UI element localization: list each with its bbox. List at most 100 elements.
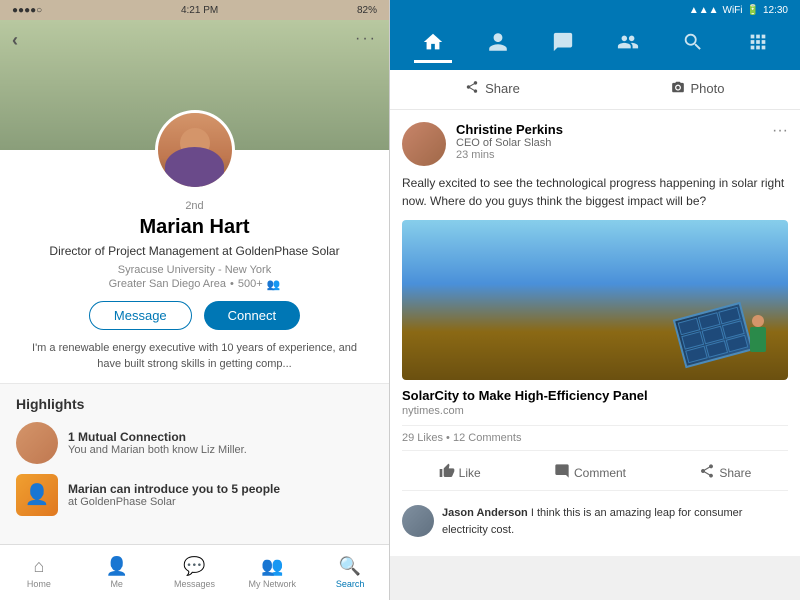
left-phone: ●●●●○ 4:21 PM 82% ‹ ··· 2nd Marian Hart … xyxy=(0,0,390,600)
nav-network-icon[interactable] xyxy=(609,27,647,63)
nav-messages[interactable]: 💬 Messages xyxy=(156,545,234,600)
post-actions: Like Comment Share xyxy=(402,455,788,490)
nav-search[interactable]: 🔍 Search xyxy=(311,545,389,600)
profile-icon: 👤 xyxy=(105,556,127,577)
more-options-icon[interactable]: ··· xyxy=(355,30,377,48)
nav-home-label: Home xyxy=(27,579,51,589)
messages-icon: 💬 xyxy=(183,556,205,577)
right-phone: ▲▲▲ WiFi 🔋 12:30 Share xyxy=(390,0,800,600)
nav-me[interactable]: 👤 Me xyxy=(78,545,156,600)
post-likes: 29 Likes xyxy=(402,432,443,444)
like-icon xyxy=(439,463,455,482)
nav-grid-icon[interactable] xyxy=(739,27,777,63)
share-button[interactable]: Share xyxy=(691,459,759,486)
post-author-info: Christine Perkins CEO of Solar Slash 23 … xyxy=(456,122,563,161)
mutual-avatar xyxy=(16,422,58,464)
share-icon xyxy=(465,80,479,97)
wifi-icon: WiFi xyxy=(723,5,743,16)
post-more-icon[interactable]: ··· xyxy=(772,122,788,140)
profile-location: Greater San Diego Area • 500+ 👥 xyxy=(20,278,369,291)
search-icon: 🔍 xyxy=(339,556,361,577)
nav-me-label: Me xyxy=(110,579,123,589)
share-label: Share xyxy=(485,81,520,96)
message-button[interactable]: Message xyxy=(89,301,192,330)
top-nav-right xyxy=(390,20,800,70)
post-header: Christine Perkins CEO of Solar Slash 23 … xyxy=(402,122,788,166)
signal-icon: ▲▲▲ xyxy=(689,5,719,16)
highlights-title: Highlights xyxy=(16,396,373,412)
connection-degree: 2nd xyxy=(20,200,369,212)
post-time: 23 mins xyxy=(456,149,563,161)
photo-tab[interactable]: Photo xyxy=(595,70,800,109)
post-stats: 29 Likes • 12 Comments xyxy=(402,426,788,451)
comment-author: Jason Anderson xyxy=(442,507,528,519)
profile-avatar xyxy=(155,110,235,190)
worker-figure xyxy=(748,315,768,365)
highlight-intro-text: Marian can introduce you to 5 people at … xyxy=(68,482,280,508)
profile-action-buttons: Message Connect xyxy=(0,301,389,330)
profile-avatar-container xyxy=(155,110,235,190)
highlight-mutual-text: 1 Mutual Connection You and Marian both … xyxy=(68,430,247,456)
share-action-label: Share xyxy=(719,466,751,480)
nav-home[interactable]: ⌂ Home xyxy=(0,545,78,600)
comment-avatar xyxy=(402,505,434,537)
home-icon: ⌂ xyxy=(33,556,44,577)
nav-search-icon[interactable] xyxy=(674,27,712,63)
nav-home-icon[interactable] xyxy=(414,27,452,63)
bottom-nav-left: ⌂ Home 👤 Me 💬 Messages 👥 My Network 🔍 Se… xyxy=(0,544,389,600)
connections-icon: 👥 xyxy=(267,278,281,291)
share-photo-bar: Share Photo xyxy=(390,70,800,110)
comment-text: Jason Anderson I think this is an amazin… xyxy=(442,505,788,538)
highlights-section: Highlights 1 Mutual Connection You and M… xyxy=(0,383,389,544)
nav-my-network[interactable]: 👥 My Network xyxy=(233,545,311,600)
post-link-source: nytimes.com xyxy=(402,405,788,426)
post-comments: 12 Comments xyxy=(453,432,521,444)
post-author-avatar xyxy=(402,122,446,166)
back-arrow-icon[interactable]: ‹ xyxy=(12,30,18,51)
status-bar-left: ●●●●○ 4:21 PM 82% xyxy=(0,0,389,20)
like-label: Like xyxy=(459,466,481,480)
profile-name: Marian Hart xyxy=(20,216,369,239)
time-left: 4:21 PM xyxy=(181,5,218,16)
intro-main: Marian can introduce you to 5 people xyxy=(68,482,280,496)
like-button[interactable]: Like xyxy=(431,459,489,486)
status-bar-right: ▲▲▲ WiFi 🔋 12:30 xyxy=(390,0,800,20)
solar-panel xyxy=(673,302,754,368)
post-card: Christine Perkins CEO of Solar Slash 23 … xyxy=(390,110,800,556)
post-link-title[interactable]: SolarCity to Make High-Efficiency Panel xyxy=(402,380,788,405)
post-author-title: CEO of Solar Slash xyxy=(456,137,563,149)
battery-left: 82% xyxy=(357,5,377,16)
post-image xyxy=(402,220,788,380)
intro-icon: 👤 xyxy=(16,474,58,516)
share-action-icon xyxy=(699,463,715,482)
time-right: 12:30 xyxy=(763,5,788,16)
mutual-sub: You and Marian both know Liz Miller. xyxy=(68,444,247,456)
nav-search-label: Search xyxy=(336,579,365,589)
post-stats-separator: • xyxy=(446,432,453,444)
signal-dots: ●●●●○ xyxy=(12,5,42,16)
profile-title: Director of Project Management at Golden… xyxy=(20,243,369,260)
profile-info: 2nd Marian Hart Director of Project Mana… xyxy=(0,200,389,301)
comment-label: Comment xyxy=(574,466,626,480)
connect-button[interactable]: Connect xyxy=(204,301,300,330)
camera-icon xyxy=(671,80,685,97)
nav-messaging-icon[interactable] xyxy=(544,27,582,63)
comment-button[interactable]: Comment xyxy=(546,459,634,486)
comment-icon xyxy=(554,463,570,482)
intro-sub: at GoldenPhase Solar xyxy=(68,496,280,508)
comment-section: Jason Anderson I think this is an amazin… xyxy=(402,490,788,544)
avatar-face xyxy=(158,113,232,187)
highlight-mutual: 1 Mutual Connection You and Marian both … xyxy=(16,422,373,464)
comment-item: Jason Anderson I think this is an amazin… xyxy=(402,499,788,544)
nav-messages-label: Messages xyxy=(174,579,215,589)
profile-school: Syracuse University - New York xyxy=(20,264,369,276)
network-icon: 👥 xyxy=(261,556,283,577)
profile-summary: I'm a renewable energy executive with 10… xyxy=(0,340,389,373)
battery-right: 🔋 xyxy=(747,5,759,16)
photo-label: Photo xyxy=(691,81,725,96)
nav-profile-icon[interactable] xyxy=(479,27,517,63)
nav-my-network-label: My Network xyxy=(249,579,297,589)
share-tab[interactable]: Share xyxy=(390,70,595,109)
solar-panel-visual xyxy=(678,310,748,360)
feed-scroll[interactable]: Christine Perkins CEO of Solar Slash 23 … xyxy=(390,110,800,600)
